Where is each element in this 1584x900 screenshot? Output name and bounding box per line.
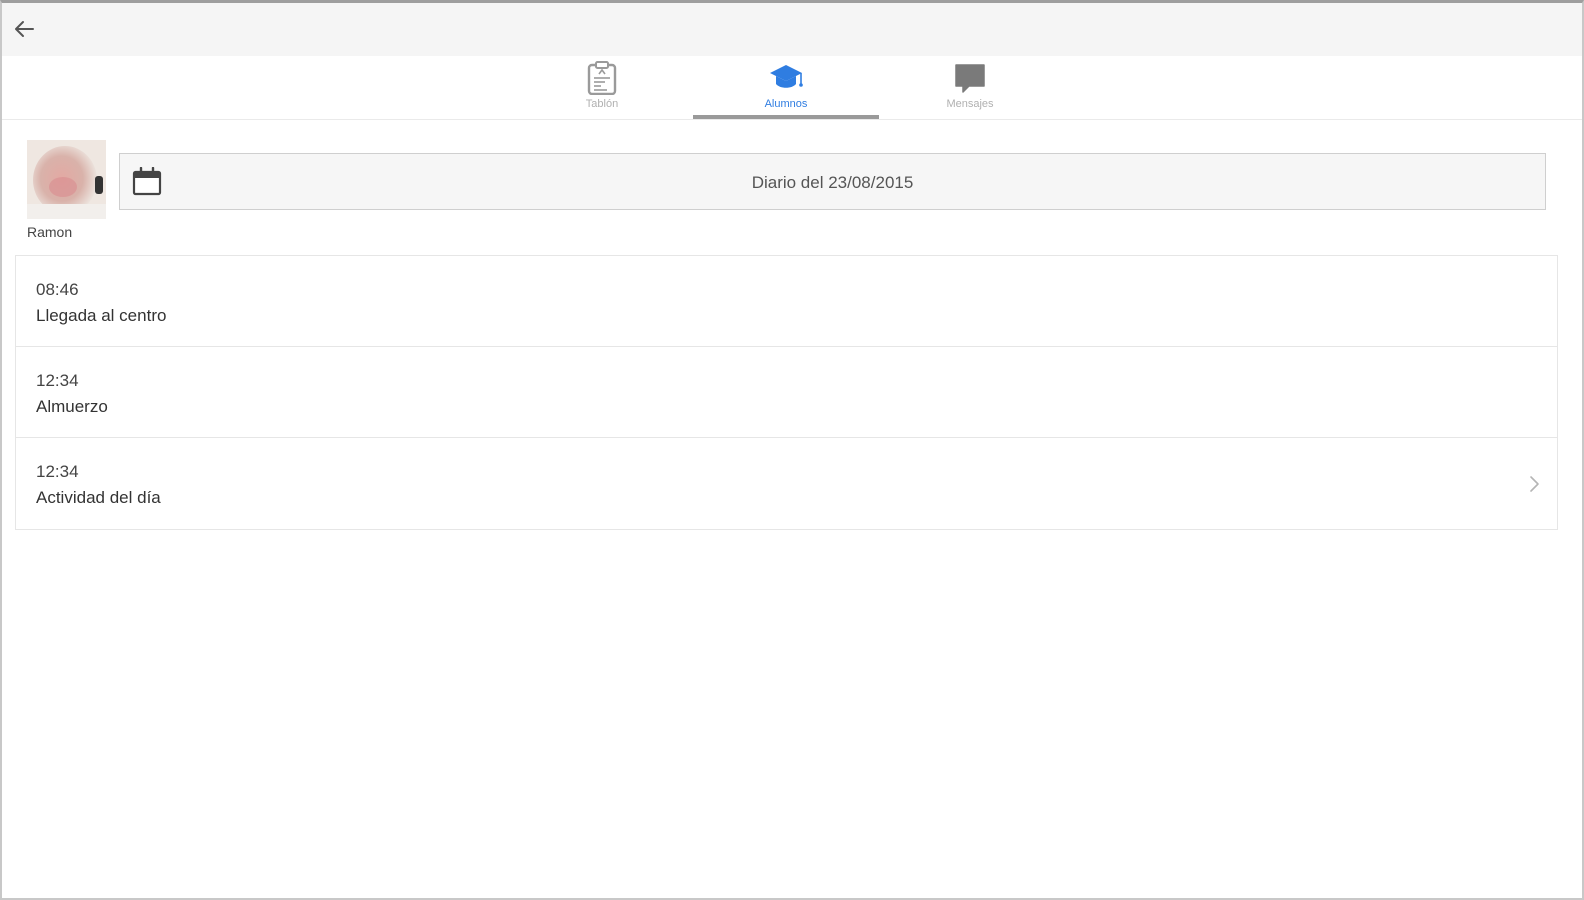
arrow-left-icon: [15, 21, 34, 37]
entry-time: 08:46: [36, 280, 79, 299]
back-button[interactable]: [10, 15, 38, 43]
list-item[interactable]: 08:46 Llegada al centro: [16, 256, 1557, 347]
tab-label: Mensajes: [946, 98, 994, 110]
entry-label: Almuerzo: [36, 397, 108, 416]
active-tab-indicator: [693, 115, 879, 119]
clipboard-icon: [584, 60, 620, 96]
student-avatar[interactable]: [27, 140, 106, 219]
entry-time: 12:34: [36, 462, 79, 481]
date-selector-label: Diario del 23/08/2015: [751, 173, 914, 192]
tab-label: Tablón: [585, 98, 619, 110]
entry-time: 12:34: [36, 371, 79, 390]
diary-entries-list: 08:46 Llegada al centro 12:34 Almuerzo 1…: [15, 255, 1558, 530]
date-selector[interactable]: Diario del 23/08/2015: [119, 153, 1546, 210]
entry-label: Llegada al centro: [36, 306, 167, 325]
tab-bar: Tablón Alumnos Mensajes: [2, 56, 1582, 120]
app-window: Tablón Alumnos Mensajes Ramon Diario del…: [0, 0, 1584, 900]
student-name: Ramon: [27, 224, 73, 240]
list-item[interactable]: 12:34 Actividad del día: [16, 438, 1557, 529]
chat-bubble-icon: [952, 60, 988, 96]
chevron-right-icon: [1530, 476, 1539, 492]
tab-alumnos[interactable]: Alumnos: [693, 56, 879, 119]
tab-mensajes[interactable]: Mensajes: [877, 56, 1063, 119]
tab-tablon[interactable]: Tablón: [509, 56, 695, 119]
tab-label: Alumnos: [764, 98, 808, 110]
graduation-cap-icon: [768, 60, 804, 96]
entry-label: Actividad del día: [36, 488, 161, 507]
list-item[interactable]: 12:34 Almuerzo: [16, 347, 1557, 438]
top-bar: [2, 3, 1582, 56]
